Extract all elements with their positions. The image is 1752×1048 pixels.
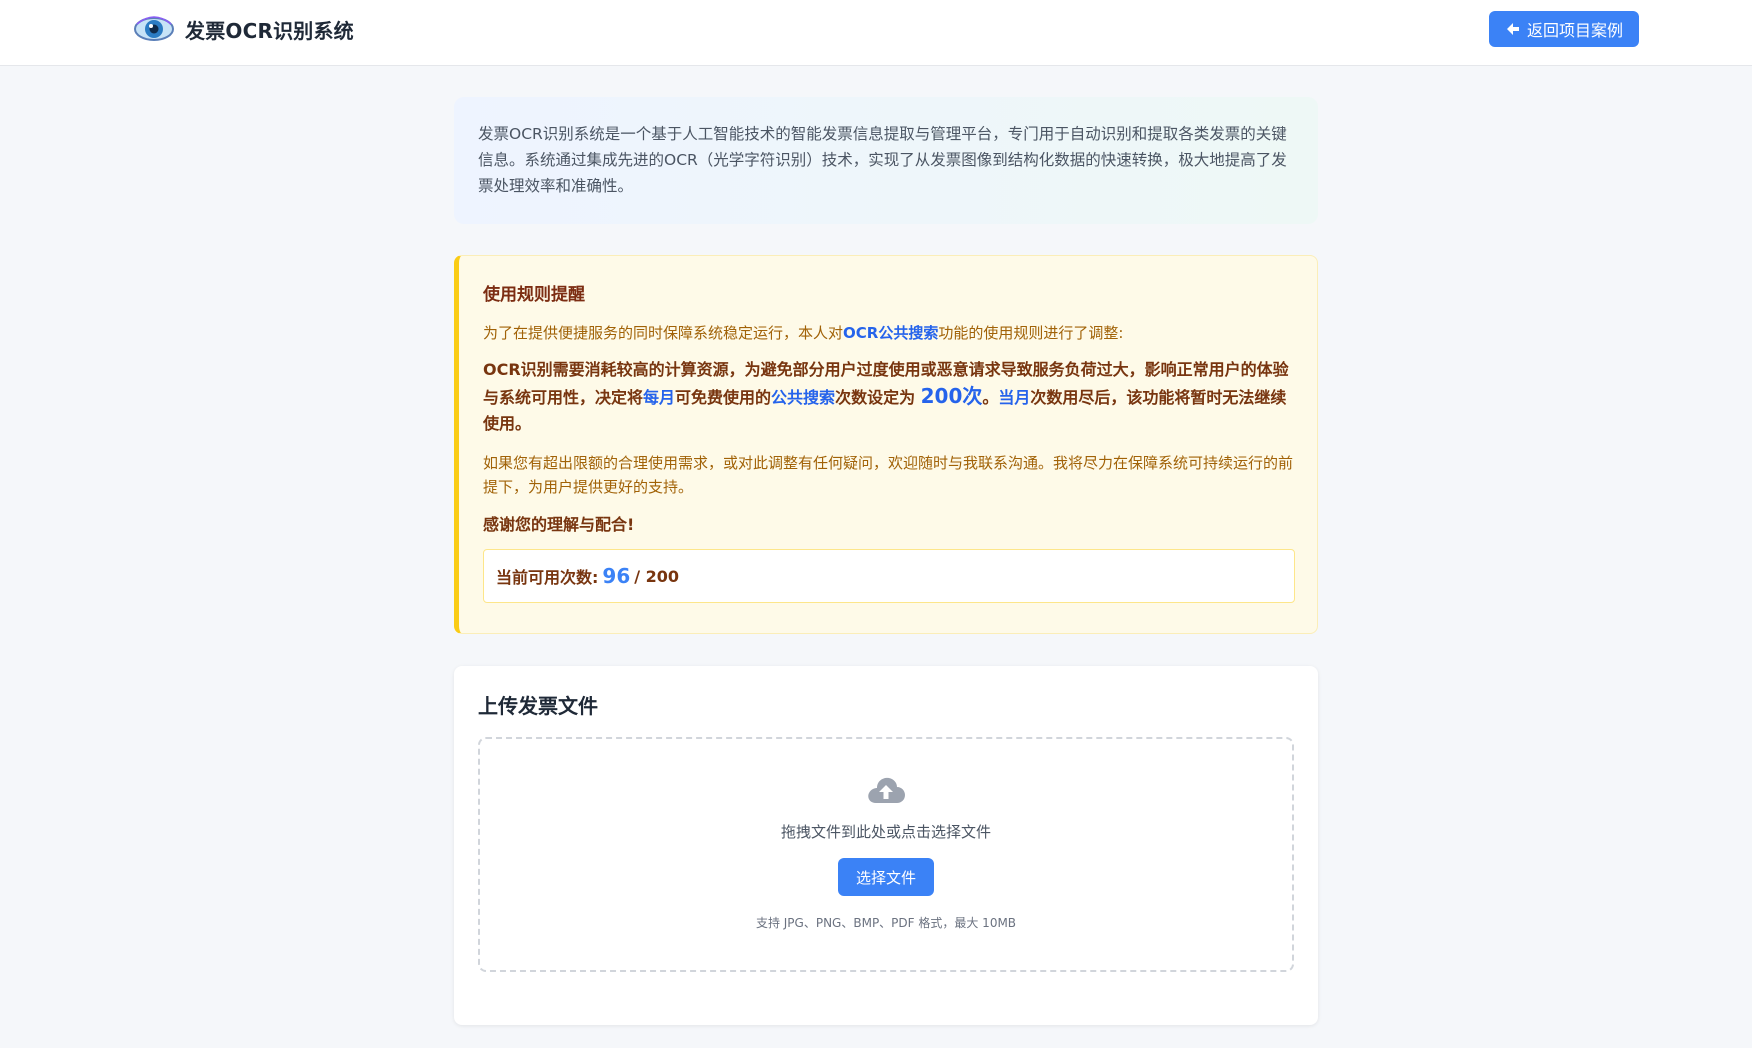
usage-label: 当前可用次数:	[496, 568, 599, 587]
usage-remaining: 96	[602, 564, 631, 588]
usage-total: / 200	[634, 566, 680, 586]
ocr-public-search-highlight: OCR公共搜索	[843, 324, 939, 342]
notice-paragraph-2: 如果您有超出限额的合理使用需求，或对此调整有任何疑问，欢迎随时与我联系沟通。我将…	[483, 454, 1294, 496]
upload-card: 上传发票文件 拖拽文件到此处或点击选择文件 选择文件 支持 JPG、PNG、BM…	[454, 666, 1318, 1025]
cloud-upload-icon	[866, 773, 906, 807]
limit-part-2: 可免费使用的	[675, 388, 772, 407]
intro-text: 发票OCR识别系统是一个基于人工智能技术的智能发票信息提取与管理平台，专门用于自…	[478, 125, 1287, 195]
usage-rules-notice: 使用规则提醒 为了在提供便捷服务的同时保障系统稳定运行，本人对OCR公共搜索功能…	[454, 255, 1318, 634]
eye-icon	[133, 12, 175, 46]
notice-p1-suffix: 功能的使用规则进行了调整:	[938, 324, 1124, 342]
brand[interactable]: 发票OCR识别系统	[133, 12, 354, 46]
back-to-projects-button[interactable]: 返回项目案例	[1489, 11, 1639, 47]
intro-panel: 发票OCR识别系统是一个基于人工智能技术的智能发票信息提取与管理平台，专门用于自…	[454, 97, 1318, 224]
app-title: 发票OCR识别系统	[185, 18, 354, 43]
upload-title: 上传发票文件	[478, 694, 598, 718]
public-search-highlight: 公共搜索	[771, 388, 836, 407]
file-format-hint: 支持 JPG、PNG、BMP、PDF 格式，最大 10MB	[755, 916, 1017, 930]
drag-drop-text: 拖拽文件到此处或点击选择文件	[780, 823, 991, 841]
notice-limit-statement: OCR识别需要消耗较高的计算资源，为避免部分用户过度使用或恶意请求导致服务负荷过…	[483, 357, 1293, 437]
top-navbar: 发票OCR识别系统 返回项目案例	[0, 0, 1752, 66]
notice-title: 使用规则提醒	[483, 285, 585, 305]
notice-thanks: 感谢您的理解与配合!	[483, 515, 635, 534]
limit-count-highlight: 200次	[920, 384, 983, 408]
notice-paragraph-1: 为了在提供便捷服务的同时保障系统稳定运行，本人对OCR公共搜索功能的使用规则进行…	[483, 321, 1293, 345]
current-month-highlight: 当月	[998, 388, 1031, 407]
back-button-label: 返回项目案例	[1526, 21, 1623, 40]
notice-p1-prefix: 为了在提供便捷服务的同时保障系统稳定运行，本人对	[483, 324, 844, 342]
file-dropzone[interactable]: 拖拽文件到此处或点击选择文件 选择文件 支持 JPG、PNG、BMP、PDF 格…	[478, 737, 1294, 972]
usage-counter: 当前可用次数: 96 / 200	[483, 549, 1295, 603]
limit-part-3: 次数设定为	[835, 388, 921, 407]
select-file-button[interactable]: 选择文件	[838, 858, 934, 896]
limit-part-4: 。	[982, 388, 999, 407]
arrow-left-icon	[1505, 21, 1521, 37]
monthly-highlight: 每月	[643, 388, 676, 407]
